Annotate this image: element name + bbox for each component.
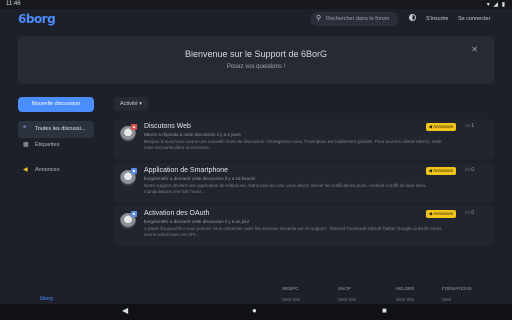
lock-icon: ■ [131, 211, 137, 217]
welcome-hero: Bienvenue sur le Support de 6BorG Posez … [18, 36, 494, 84]
reply-count-value: 0 [471, 210, 474, 216]
login-link[interactable]: Se connecter [458, 16, 490, 22]
footer-link[interactable]: Web Site [396, 297, 414, 302]
discussion-excerpt: Notre support devient une application de… [144, 183, 426, 194]
avatar[interactable]: ▲ [120, 124, 137, 142]
discussion-meta: 6BorG a répondu à cette discussion il y … [144, 132, 241, 137]
tag-label: Annonces [432, 124, 453, 129]
reply-count: ▭ 0 [465, 167, 474, 173]
lock-icon: ■ [131, 168, 137, 174]
discussion-excerpt: Bonjour à tous,Nous avons une nouvelle z… [144, 139, 442, 150]
discussion-item[interactable]: ■ Application de Smartphone borgdomeltz … [114, 163, 494, 203]
nav-all-discussions[interactable]: ❝ Toutes les discussi... [18, 121, 94, 138]
hero-subtitle: Posez vos questions ! [226, 64, 286, 70]
back-icon[interactable]: ◀ [122, 306, 128, 315]
discussion-item[interactable]: ▲ Discutons Web 6BorG a répondu à cette … [114, 119, 494, 159]
megaphone-icon: ◀ [23, 167, 28, 173]
discussion-title[interactable]: Application de Smartphone [144, 167, 228, 174]
new-discussion-button[interactable]: Nouvelle discussion [18, 97, 94, 112]
discussion-meta: borgdomeltz a démarré cette discussion i… [144, 176, 256, 181]
theme-toggle-icon[interactable] [409, 14, 416, 21]
reply-count: ▭ 1 [465, 123, 474, 129]
reply-count-value: 1 [471, 123, 474, 129]
tags-icon: ▦ [23, 142, 29, 148]
discussion-excerpt: A partir d'aujourd'hui vous pouvez vous … [144, 226, 442, 237]
tag-badge[interactable]: ◀ Annonces [425, 210, 456, 218]
sort-dropdown[interactable]: Activité ▾ [114, 97, 149, 111]
system-icons: ▾ ◢ ▮ [486, 2, 506, 8]
hero-title: Bienvenue sur le Support de 6BorG [184, 49, 328, 59]
chevron-down-icon: ▾ [139, 101, 143, 107]
footer-heading: SHOP [338, 286, 351, 291]
avatar[interactable]: ■ [120, 168, 137, 186]
reply-count: ▭ 0 [465, 210, 474, 216]
nav-label: Toutes les discussi... [35, 126, 86, 132]
sort-label: Activité [120, 101, 138, 107]
footer-link[interactable]: Web Site [338, 297, 356, 302]
reply-count-value: 0 [471, 167, 474, 173]
discussions-icon: ❝ [23, 126, 27, 132]
nav-tags[interactable]: ▦ Étiquettes [18, 137, 94, 154]
home-icon[interactable]: ● [252, 306, 257, 315]
signup-link[interactable]: S'inscrire [426, 16, 448, 22]
tag-badge[interactable]: ◀ Annonces [425, 167, 456, 175]
search-input[interactable]: ⚲ Rechercher dans le forum [310, 12, 398, 26]
footer-column: FORMATIONS Web [442, 286, 472, 302]
footer-column: SHOP Web Site [338, 286, 356, 302]
discussion-meta: borgdomeltz a démarré cette discussion i… [144, 219, 250, 224]
system-nav-bar: ◀ ● ■ [0, 304, 512, 320]
nav-label: Annonces [35, 167, 60, 173]
tag-label: Annonces [432, 211, 453, 216]
footer-link[interactable]: Web [442, 297, 472, 302]
close-icon[interactable]: ✕ [471, 45, 478, 54]
tag-badge[interactable]: ◀ Annonces [425, 123, 456, 131]
tag-label: Annonces [432, 168, 453, 173]
recents-icon[interactable]: ■ [382, 306, 387, 315]
nav-announcements[interactable]: ◀ Annonces [18, 162, 94, 179]
site-logo[interactable]: 6borg [18, 12, 56, 26]
footer-column: HELDER Web Site [396, 286, 414, 302]
discussion-title[interactable]: Activation des OAuth [144, 210, 209, 217]
footer-heading: FORMATIONS [442, 286, 472, 291]
header: 6borg ⚲ Rechercher dans le forum S'inscr… [0, 9, 512, 31]
footer-heading: WEBPC [282, 286, 299, 291]
avatar[interactable]: ■ [120, 211, 137, 229]
discussion-item[interactable]: ■ Activation des OAuth borgdomeltz a dém… [114, 206, 494, 246]
search-placeholder: Rechercher dans le forum [326, 16, 390, 22]
footer-logo[interactable]: 6borg [40, 296, 53, 302]
discussion-title[interactable]: Discutons Web [144, 123, 191, 130]
clock: 11:46 [6, 1, 21, 7]
nav-label: Étiquettes [35, 142, 60, 148]
footer: 6borg WEBPC Web Site SHOP Web Site HELDE… [0, 286, 512, 306]
footer-column: WEBPC Web Site [282, 286, 300, 302]
status-bar: 11:46 ▾ ◢ ▮ [0, 0, 512, 9]
pin-icon: ▲ [131, 124, 137, 130]
search-icon: ⚲ [316, 15, 322, 22]
footer-link[interactable]: Web Site [282, 297, 300, 302]
footer-heading: HELDER [396, 286, 415, 291]
